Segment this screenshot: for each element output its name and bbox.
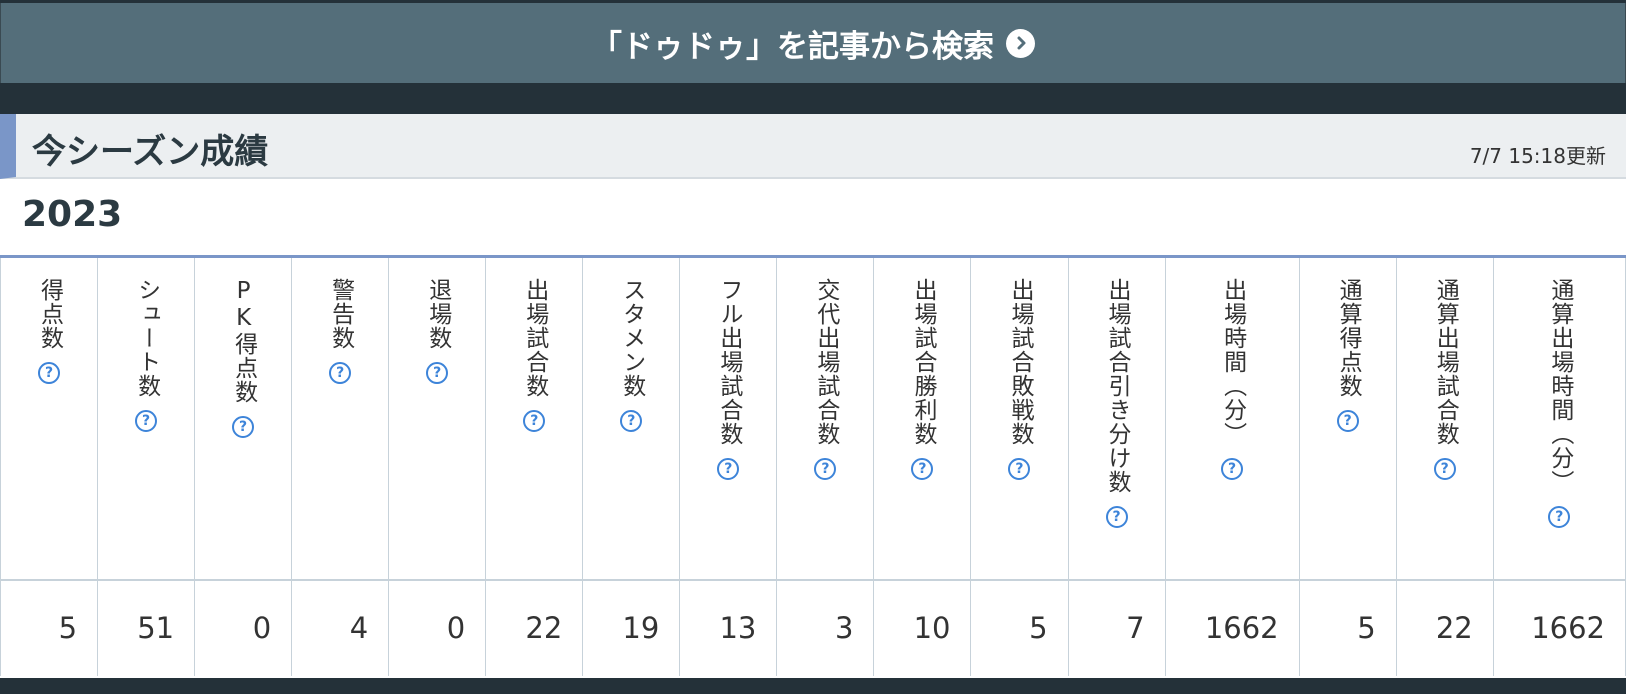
help-question-icon[interactable]: ?: [1336, 410, 1359, 432]
stat-header: 通算得点数?: [1298, 256, 1397, 581]
stat-value: 1662: [1492, 579, 1626, 676]
stat-value: 51: [97, 579, 196, 676]
stat-label: 警告数: [327, 278, 354, 350]
help-question-icon[interactable]: ?: [38, 362, 61, 384]
stat-value: 10: [873, 579, 972, 676]
stat-label: PK得点数: [230, 278, 257, 404]
stat-label: 退場数: [424, 278, 451, 350]
updated-timestamp: 7/7 15:18更新: [1469, 144, 1606, 168]
stats-value-row: 5 51 0 4 0 22 19 13 3 10 5 7 1662 5 22 1662: [0, 579, 1626, 676]
stat-header: 出場試合敗戦数?: [970, 256, 1069, 581]
help-question-icon[interactable]: ?: [232, 416, 255, 438]
stat-header: シュート数?: [97, 256, 196, 581]
season-year: 2023: [22, 194, 123, 235]
stats-header-row: 得点数? シュート数? PK得点数? 警告数? 退場数? 出場試合数? スタメン数? フル出場…: [0, 256, 1626, 581]
stat-header: スタメン数?: [582, 256, 681, 581]
stat-label: 出場試合勝利数: [909, 278, 936, 446]
stat-value: 0: [388, 579, 487, 676]
stat-value: 5: [0, 579, 99, 676]
stat-label: 通算出場時間（分）: [1546, 278, 1573, 494]
help-question-icon[interactable]: ?: [426, 362, 449, 384]
help-question-icon[interactable]: ?: [717, 458, 740, 480]
stat-label: 通算得点数: [1335, 278, 1362, 398]
chevron-right-circle-icon: [1006, 28, 1035, 58]
help-question-icon[interactable]: ?: [1221, 458, 1244, 480]
stat-header: 通算出場時間（分）?: [1492, 256, 1626, 581]
stat-label: スタメン数: [618, 278, 645, 398]
search-articles-button[interactable]: 「ドゥドゥ」を記事から検索: [0, 3, 1626, 83]
help-question-icon[interactable]: ?: [329, 362, 352, 384]
help-question-icon[interactable]: ?: [1105, 506, 1128, 528]
section-title: 今シーズン成績: [32, 132, 269, 172]
help-question-icon[interactable]: ?: [1433, 458, 1456, 480]
section-header: 今シーズン成績 7/7 15:18更新: [0, 114, 1626, 179]
stat-header: 出場試合数?: [485, 256, 584, 581]
help-question-icon[interactable]: ?: [620, 410, 643, 432]
stat-value: 4: [291, 579, 390, 676]
stat-value: 22: [485, 579, 584, 676]
stat-label: 出場試合数: [521, 278, 548, 398]
help-question-icon[interactable]: ?: [911, 458, 934, 480]
stat-header: 出場試合引き分け数?: [1067, 256, 1166, 581]
stat-label: 交代出場試合数: [812, 278, 839, 446]
help-question-icon[interactable]: ?: [1008, 458, 1031, 480]
stat-value: 0: [194, 579, 293, 676]
stat-value: 1662: [1164, 579, 1300, 676]
stat-value: 5: [1298, 579, 1397, 676]
stat-header: 退場数?: [388, 256, 487, 581]
help-question-icon[interactable]: ?: [135, 410, 158, 432]
stat-value: 3: [776, 579, 875, 676]
stat-value: 7: [1067, 579, 1166, 676]
stat-label: フル出場試合数: [715, 278, 742, 446]
stat-value: 19: [582, 579, 681, 676]
stat-header: 交代出場試合数?: [776, 256, 875, 581]
stat-header: フル出場試合数?: [679, 256, 778, 581]
stat-value: 13: [679, 579, 778, 676]
stats-table: 得点数? シュート数? PK得点数? 警告数? 退場数? 出場試合数? スタメン数? フル出場…: [0, 255, 1626, 676]
stat-label: シュート数: [133, 278, 160, 398]
stat-header: 警告数?: [291, 256, 390, 581]
search-articles-label: 「ドゥドゥ」を記事から検索: [591, 28, 994, 65]
stat-label: 通算出場試合数: [1432, 278, 1459, 446]
stat-header: 通算出場試合数?: [1395, 256, 1494, 581]
help-question-icon[interactable]: ?: [1548, 506, 1571, 528]
stat-label: 出場試合引き分け数: [1104, 278, 1131, 494]
stat-header: PK得点数?: [194, 256, 293, 581]
stat-header: 出場試合勝利数?: [873, 256, 972, 581]
help-question-icon[interactable]: ?: [814, 458, 837, 480]
stat-label: 出場試合敗戦数: [1006, 278, 1033, 446]
stat-value: 5: [970, 579, 1069, 676]
help-question-icon[interactable]: ?: [523, 410, 546, 432]
stat-header: 出場時間（分）?: [1164, 256, 1300, 581]
stat-header: 得点数?: [0, 256, 99, 581]
season-stats-panel: 今シーズン成績 7/7 15:18更新 2023 得点数? シュート数? PK得点数…: [0, 114, 1626, 678]
stat-label: 出場時間（分）: [1219, 278, 1246, 446]
stat-label: 得点数: [36, 278, 63, 350]
stat-value: 22: [1395, 579, 1494, 676]
